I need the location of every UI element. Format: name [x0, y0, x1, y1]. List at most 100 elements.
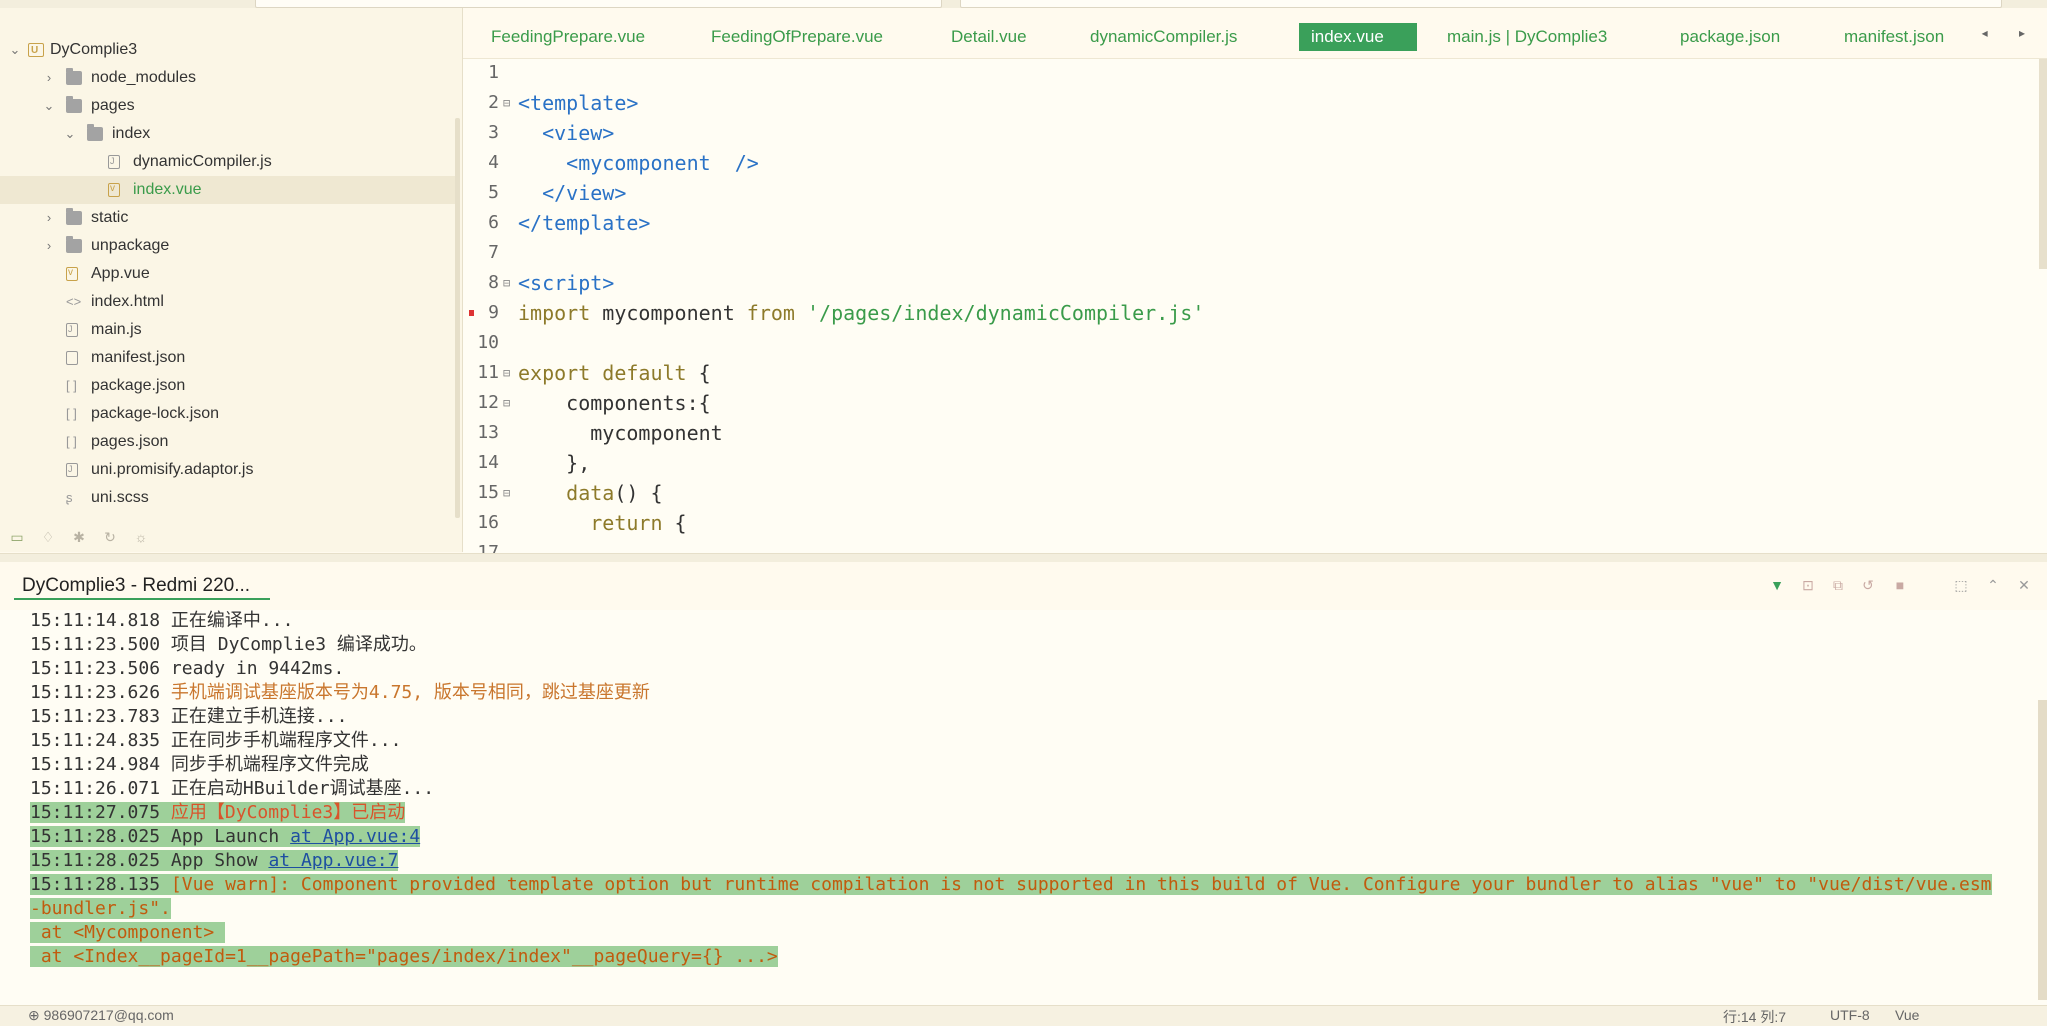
log-message: App Launch	[170, 826, 291, 847]
copy-icon[interactable]: ⧉	[1828, 576, 1848, 594]
tab-feedingprepare-vue[interactable]: FeedingPrepare.vue	[491, 23, 645, 51]
tab-dynamiccompiler-js[interactable]: dynamicCompiler.js	[1090, 23, 1237, 51]
filter-icon[interactable]: ▼	[1767, 576, 1787, 594]
code-text: <mycomponent />	[518, 148, 759, 178]
log-line: at <Mycomponent>	[30, 921, 226, 945]
folder-icon	[66, 236, 82, 253]
user-account[interactable]: ⊕ 986907217@qq.com	[28, 1007, 174, 1024]
tab-main-js-dycomplie3[interactable]: main.js | DyComplie3	[1447, 23, 1607, 51]
chevron-down-icon[interactable]: ⌄	[8, 36, 22, 64]
tree-item-package-lock-json[interactable]: [ ] package-lock.json	[0, 400, 455, 428]
tab-detail-vue[interactable]: Detail.vue	[951, 23, 1027, 51]
tree-item-uni-promisify-adaptor-js[interactable]: uni.promisify.adaptor.js	[0, 455, 455, 484]
json-file-icon: [ ]	[66, 378, 77, 393]
error-marker-icon	[469, 310, 474, 316]
tree-item-pages-json[interactable]: [ ] pages.json	[0, 428, 455, 456]
log-timestamp: 15:11:23.626	[30, 682, 161, 703]
chevron-right-icon[interactable]: ›	[42, 64, 56, 92]
sidebar-scrollbar[interactable]	[455, 118, 460, 518]
debug-bug-icon[interactable]: ✱	[70, 528, 88, 546]
tree-item-uni-scss[interactable]: ʂ uni.scss	[0, 484, 455, 512]
console-scrollbar[interactable]	[2038, 700, 2047, 1000]
chevron-right-icon[interactable]: ›	[42, 204, 56, 232]
tree-item-index-vue[interactable]: index.vue	[0, 175, 455, 204]
language-mode[interactable]: Vue	[1895, 1007, 1919, 1023]
tree-item-label: uni.promisify.adaptor.js	[91, 461, 254, 478]
collapse-up-icon[interactable]: ⌃	[1983, 576, 2003, 594]
code-text: import mycomponent from '/pages/index/dy…	[518, 298, 1204, 328]
line-number: 13	[477, 422, 499, 443]
code-token: components:{	[518, 391, 711, 415]
cloud-icon[interactable]: ♢	[39, 528, 57, 546]
source-link[interactable]: at App.vue:4	[290, 826, 420, 847]
tab-scroll-arrows[interactable]: ◂ ▸	[1982, 26, 2039, 40]
address-bar[interactable]	[255, 0, 942, 8]
code-text: </view>	[518, 178, 626, 208]
maximize-icon[interactable]: ⬚	[1951, 576, 1971, 594]
tree-item-static[interactable]: › static	[0, 204, 455, 232]
log-timestamp: 15:11:28.025	[30, 850, 161, 871]
tree-item-node-modules[interactable]: › node_modules	[0, 64, 455, 92]
fold-toggle-icon[interactable]: ⊟	[503, 388, 510, 418]
log-line: 15:11:23.626 手机端调试基座版本号为4.75, 版本号相同，跳过基座…	[30, 681, 650, 705]
chevron-down-icon[interactable]: ⌄	[63, 120, 77, 148]
source-link[interactable]: at App.vue:7	[268, 850, 398, 871]
file-encoding[interactable]: UTF-8	[1830, 1007, 1870, 1023]
tab-feedingofprepare-vue[interactable]: FeedingOfPrepare.vue	[711, 23, 883, 51]
console-tab[interactable]: DyComplie3 - Redmi 220...	[14, 572, 270, 600]
code-text: <view>	[518, 118, 614, 148]
code-line: 5 </view>	[463, 178, 2043, 208]
js-file-icon	[66, 455, 78, 483]
fold-toggle-icon[interactable]: ⊟	[503, 478, 510, 508]
fold-toggle-icon[interactable]: ⊟	[503, 358, 510, 388]
tree-item-index-html[interactable]: <> index.html	[0, 288, 455, 316]
stop-icon[interactable]: ■	[1890, 576, 1910, 594]
tree-item-manifest-json[interactable]: manifest.json	[0, 344, 455, 372]
log-line: 15:11:28.135 [Vue warn]: Component provi…	[30, 873, 1992, 897]
chevron-down-icon[interactable]: ⌄	[42, 92, 56, 120]
log-message: App Show	[170, 850, 269, 871]
search-bar[interactable]	[960, 0, 2002, 8]
tree-item-app-vue[interactable]: App.vue	[0, 259, 455, 288]
chevron-right-icon[interactable]: ›	[42, 232, 56, 260]
tab-manifest-json[interactable]: manifest.json	[1844, 23, 1944, 51]
log-line: 15:11:26.071 正在启动HBuilder调试基座...	[30, 777, 434, 801]
fold-toggle-icon[interactable]: ⊟	[503, 88, 510, 118]
close-icon[interactable]: ✕	[2014, 576, 2034, 594]
console-output[interactable]: 15:11:14.818 正在编译中... 15:11:23.500 项目 DyC…	[0, 610, 2047, 1005]
tree-item-index[interactable]: ⌄ index	[0, 120, 455, 148]
code-token: <mycomponent />	[518, 151, 759, 175]
code-text: export default {	[518, 358, 711, 388]
tab-index-vue[interactable]: index.vue	[1299, 23, 1417, 51]
folder-icon	[87, 124, 103, 141]
clear-icon[interactable]: ⊡	[1798, 576, 1818, 594]
tree-item-label: static	[91, 209, 129, 226]
log-message: -bundler.js".	[30, 898, 171, 919]
js-file-icon	[108, 147, 120, 175]
tree-item-label: pages.json	[91, 433, 169, 450]
tree-item-dycomplie3[interactable]: ⌄ DyComplie3	[0, 36, 455, 65]
code-text: <template>	[518, 88, 638, 118]
code-editor[interactable]: 1 2 ⊟ <template> 3 <view> 4 <mycomponent /> 5 …	[463, 59, 2047, 553]
cursor-position[interactable]: 行:14 列:7	[1723, 1007, 1786, 1026]
reload-icon[interactable]: ↺	[1858, 576, 1878, 594]
project-manager-icon[interactable]: ▭	[8, 528, 26, 546]
fold-toggle-icon[interactable]: ⊟	[503, 268, 510, 298]
folder-icon	[66, 96, 82, 113]
code-token: from	[746, 301, 795, 325]
code-line: 14 },	[463, 448, 2043, 478]
tree-item-unpackage[interactable]: › unpackage	[0, 232, 455, 260]
code-token: '/pages/index/dynamicCompiler.js'	[794, 301, 1205, 325]
tree-item-pages[interactable]: ⌄ pages	[0, 92, 455, 120]
tab-package-json[interactable]: package.json	[1680, 23, 1780, 51]
tree-item-dynamiccompiler-js[interactable]: dynamicCompiler.js	[0, 147, 455, 176]
refresh-icon[interactable]: ↻	[101, 528, 119, 546]
tree-item-main-js[interactable]: main.js	[0, 315, 455, 344]
line-number: 11	[477, 362, 499, 383]
line-number: 17	[477, 542, 499, 553]
code-line: 4 <mycomponent />	[463, 148, 2043, 178]
code-token: {	[662, 511, 687, 535]
code-token: mycomponent	[518, 421, 723, 445]
tree-item-package-json[interactable]: [ ] package.json	[0, 372, 455, 400]
plugin-icon[interactable]: ☼	[132, 528, 150, 546]
